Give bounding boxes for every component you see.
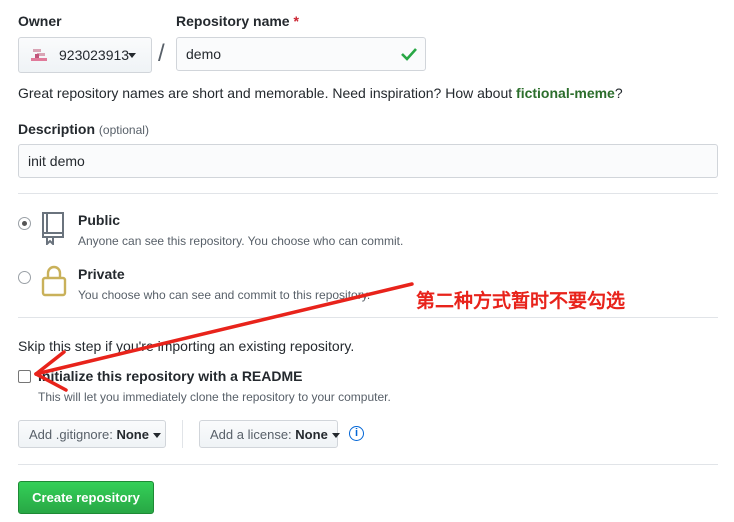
annotation-arrow [34, 282, 414, 392]
